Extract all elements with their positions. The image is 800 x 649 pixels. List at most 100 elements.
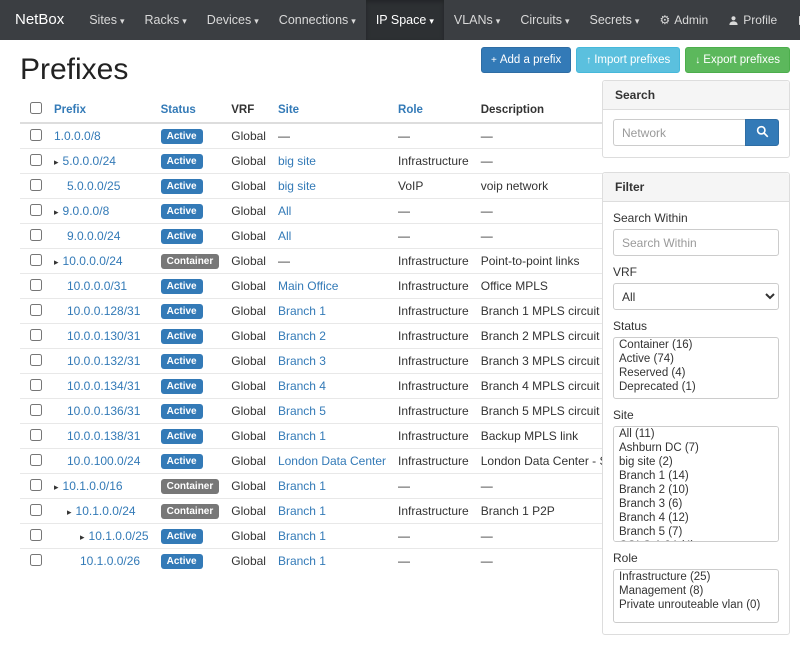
nav-item-profile[interactable]: Profile	[718, 0, 787, 40]
row-checkbox[interactable]	[30, 279, 42, 291]
filter-option[interactable]: Branch 5 (7)	[614, 525, 778, 539]
row-checkbox[interactable]	[30, 354, 42, 366]
search-input[interactable]	[613, 119, 745, 146]
prefix-link[interactable]: 10.0.0.138/31	[67, 429, 140, 443]
prefix-link[interactable]: 10.0.100.0/24	[67, 454, 140, 468]
filter-option[interactable]: All (11)	[614, 427, 778, 441]
filter-option[interactable]: Reserved (4)	[614, 366, 778, 380]
row-checkbox[interactable]	[30, 554, 42, 566]
filter-option[interactable]: Container (16)	[614, 338, 778, 352]
row-checkbox[interactable]	[30, 379, 42, 391]
prefix-link[interactable]: 10.0.0.132/31	[67, 354, 140, 368]
filter-option[interactable]: Management (8)	[614, 584, 778, 598]
filter-option[interactable]: Infrastructure (25)	[614, 570, 778, 584]
row-checkbox[interactable]	[30, 179, 42, 191]
row-checkbox[interactable]	[30, 479, 42, 491]
row-checkbox[interactable]	[30, 454, 42, 466]
sort-link[interactable]: Status	[161, 104, 196, 116]
nav-item-secrets[interactable]: Secrets▾	[580, 0, 650, 40]
row-checkbox[interactable]	[30, 229, 42, 241]
filter-option[interactable]: Branch 3 (6)	[614, 497, 778, 511]
site-link[interactable]: Branch 1	[278, 304, 326, 318]
filter-option[interactable]: COLO 1 24 (4)	[614, 539, 778, 542]
nav-item-connections[interactable]: Connections▾	[269, 0, 366, 40]
row-checkbox[interactable]	[30, 204, 42, 216]
row-checkbox[interactable]	[30, 154, 42, 166]
prefix-link[interactable]: 10.0.0.134/31	[67, 379, 140, 393]
nav-item-ip-space[interactable]: IP Space▾	[366, 0, 444, 40]
vrf-select[interactable]: All	[613, 283, 779, 310]
site-link[interactable]: big site	[278, 179, 316, 193]
expand-caret-icon[interactable]: ▸	[54, 257, 59, 267]
prefix-link[interactable]: 5.0.0.0/24	[63, 154, 116, 168]
expand-caret-icon[interactable]: ▸	[80, 532, 85, 542]
site-link[interactable]: Branch 1	[278, 479, 326, 493]
prefix-link[interactable]: 1.0.0.0/8	[54, 129, 101, 143]
sort-link[interactable]: Site	[278, 104, 299, 116]
row-checkbox[interactable]	[30, 404, 42, 416]
prefix-link[interactable]: 10.0.0.0/24	[63, 254, 123, 268]
row-checkbox[interactable]	[30, 304, 42, 316]
filter-option[interactable]: Ashburn DC (7)	[614, 441, 778, 455]
site-filter-list[interactable]: All (11)Ashburn DC (7)big site (2)Branch…	[613, 426, 779, 542]
status-filter-list[interactable]: Container (16)Active (74)Reserved (4)Dep…	[613, 337, 779, 399]
prefix-link[interactable]: 9.0.0.0/24	[67, 229, 120, 243]
site-link[interactable]: Main Office	[278, 279, 338, 293]
site-link[interactable]: Branch 1	[278, 554, 326, 568]
site-link[interactable]: big site	[278, 154, 316, 168]
expand-caret-icon[interactable]: ▸	[54, 157, 59, 167]
prefix-link[interactable]: 10.0.0.128/31	[67, 304, 140, 318]
prefix-link[interactable]: 10.1.0.0/24	[76, 504, 136, 518]
nav-item-vlans[interactable]: VLANs▾	[444, 0, 510, 40]
site-link[interactable]: Branch 5	[278, 404, 326, 418]
prefix-link[interactable]: 9.0.0.0/8	[63, 204, 110, 218]
filter-option[interactable]: Deprecated (1)	[614, 380, 778, 394]
expand-caret-icon[interactable]: ▸	[54, 482, 59, 492]
site-link[interactable]: Branch 3	[278, 354, 326, 368]
site-link[interactable]: Branch 1	[278, 504, 326, 518]
prefix-link[interactable]: 10.1.0.0/26	[80, 554, 140, 568]
sort-link[interactable]: Role	[398, 104, 423, 116]
prefix-link[interactable]: 10.1.0.0/25	[89, 529, 149, 543]
prefix-link[interactable]: 10.0.0.0/31	[67, 279, 127, 293]
sort-link[interactable]: Prefix	[54, 104, 86, 116]
select-all-checkbox[interactable]	[30, 102, 42, 114]
import-prefixes-button[interactable]: ↑Import prefixes	[576, 47, 680, 73]
role-filter-list[interactable]: Infrastructure (25)Management (8)Private…	[613, 569, 779, 623]
site-link[interactable]: All	[278, 204, 291, 218]
nav-item-log-out[interactable]: Log out	[787, 0, 800, 40]
site-link[interactable]: Branch 1	[278, 429, 326, 443]
row-checkbox[interactable]	[30, 429, 42, 441]
prefix-link[interactable]: 5.0.0.0/25	[67, 179, 120, 193]
search-button[interactable]	[745, 119, 779, 146]
filter-option[interactable]: Branch 1 (14)	[614, 469, 778, 483]
nav-item-admin[interactable]: ⚙Admin	[649, 0, 718, 40]
add-a-prefix-button[interactable]: +Add a prefix	[481, 47, 571, 73]
nav-item-circuits[interactable]: Circuits▾	[510, 0, 579, 40]
expand-caret-icon[interactable]: ▸	[67, 507, 72, 517]
nav-item-sites[interactable]: Sites▾	[79, 0, 134, 40]
nav-item-racks[interactable]: Racks▾	[135, 0, 197, 40]
site-link[interactable]: All	[278, 229, 291, 243]
export-prefixes-button[interactable]: ↓Export prefixes	[685, 47, 790, 73]
site-link[interactable]: Branch 4	[278, 379, 326, 393]
filter-option[interactable]: Branch 4 (12)	[614, 511, 778, 525]
site-link[interactable]: Branch 2	[278, 329, 326, 343]
site-link[interactable]: London Data Center	[278, 454, 386, 468]
expand-caret-icon[interactable]: ▸	[54, 207, 59, 217]
filter-option[interactable]: big site (2)	[614, 455, 778, 469]
prefix-link[interactable]: 10.1.0.0/16	[63, 479, 123, 493]
row-checkbox[interactable]	[30, 329, 42, 341]
nav-item-devices[interactable]: Devices▾	[197, 0, 269, 40]
filter-option[interactable]: Branch 2 (10)	[614, 483, 778, 497]
prefix-link[interactable]: 10.0.0.130/31	[67, 329, 140, 343]
row-checkbox[interactable]	[30, 529, 42, 541]
row-checkbox[interactable]	[30, 129, 42, 141]
filter-option[interactable]: Private unrouteable vlan (0)	[614, 598, 778, 612]
row-checkbox[interactable]	[30, 254, 42, 266]
site-link[interactable]: Branch 1	[278, 529, 326, 543]
search-within-input[interactable]	[613, 229, 779, 256]
row-checkbox[interactable]	[30, 504, 42, 516]
prefix-link[interactable]: 10.0.0.136/31	[67, 404, 140, 418]
filter-option[interactable]: Active (74)	[614, 352, 778, 366]
